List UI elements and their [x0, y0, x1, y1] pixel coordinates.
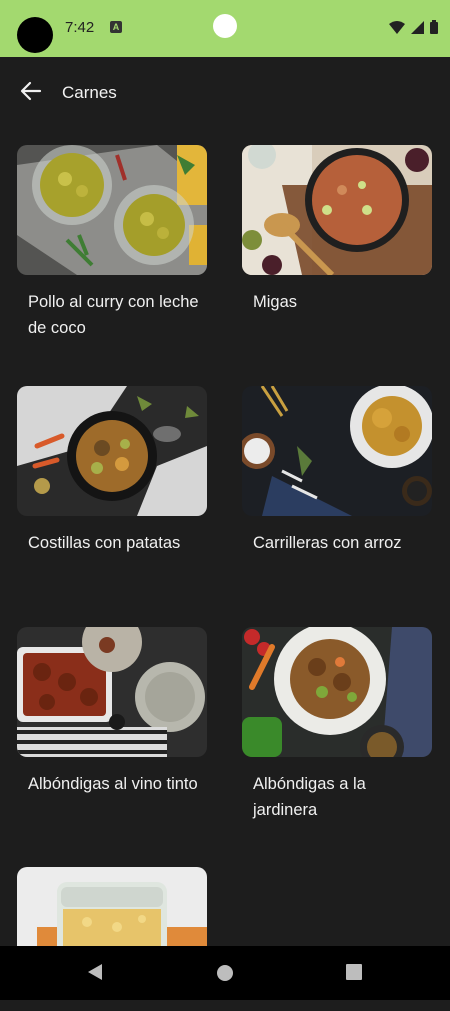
recipe-title: Pollo al curry con leche de coco	[28, 293, 199, 337]
nav-recents-button[interactable]	[346, 964, 362, 985]
back-triangle-icon	[88, 964, 102, 980]
recipe-image	[17, 386, 207, 516]
status-time: 7:42	[65, 19, 95, 36]
system-navigation-bar	[0, 946, 450, 1000]
status-center-dot	[213, 14, 237, 38]
recipe-card[interactable]: Pollo al curry con leche de coco	[17, 145, 209, 341]
recipe-image	[17, 145, 207, 275]
camera-cutout	[17, 17, 53, 53]
recipe-title: Albóndigas al vino tinto	[28, 775, 198, 793]
recipe-card[interactable]: Carrilleras con arroz	[242, 386, 434, 556]
nav-home-button[interactable]	[216, 964, 234, 987]
recipe-title: Costillas con patatas	[28, 534, 181, 552]
recipe-image	[242, 145, 432, 275]
recipe-image	[17, 627, 207, 757]
app-toolbar: Carnes	[0, 57, 450, 127]
arrow-left-icon	[20, 81, 42, 101]
recents-square-icon	[346, 964, 362, 980]
wifi-icon	[389, 20, 405, 34]
status-bar: 7:42 A	[0, 0, 450, 57]
page-title: Carnes	[62, 83, 117, 102]
recipe-card[interactable]: Albóndigas al vino tinto	[17, 627, 209, 797]
recipe-image	[242, 386, 432, 516]
cellular-signal-icon	[411, 20, 424, 34]
back-button[interactable]	[14, 74, 48, 108]
recipe-card[interactable]: Migas	[242, 145, 434, 315]
recipe-card[interactable]: Albóndigas a la jardinera	[242, 627, 434, 823]
recipe-title: Carrilleras con arroz	[253, 534, 402, 552]
home-circle-icon	[217, 965, 233, 981]
recipe-title: Albóndigas a la jardinera	[253, 775, 366, 819]
status-icons	[389, 20, 438, 34]
recipe-card[interactable]: Costillas con patatas	[17, 386, 209, 556]
nav-back-button[interactable]	[86, 962, 104, 987]
recipe-title: Migas	[253, 293, 298, 311]
notification-icon: A	[110, 21, 122, 33]
battery-icon	[430, 20, 438, 34]
recipe-image	[242, 627, 432, 757]
